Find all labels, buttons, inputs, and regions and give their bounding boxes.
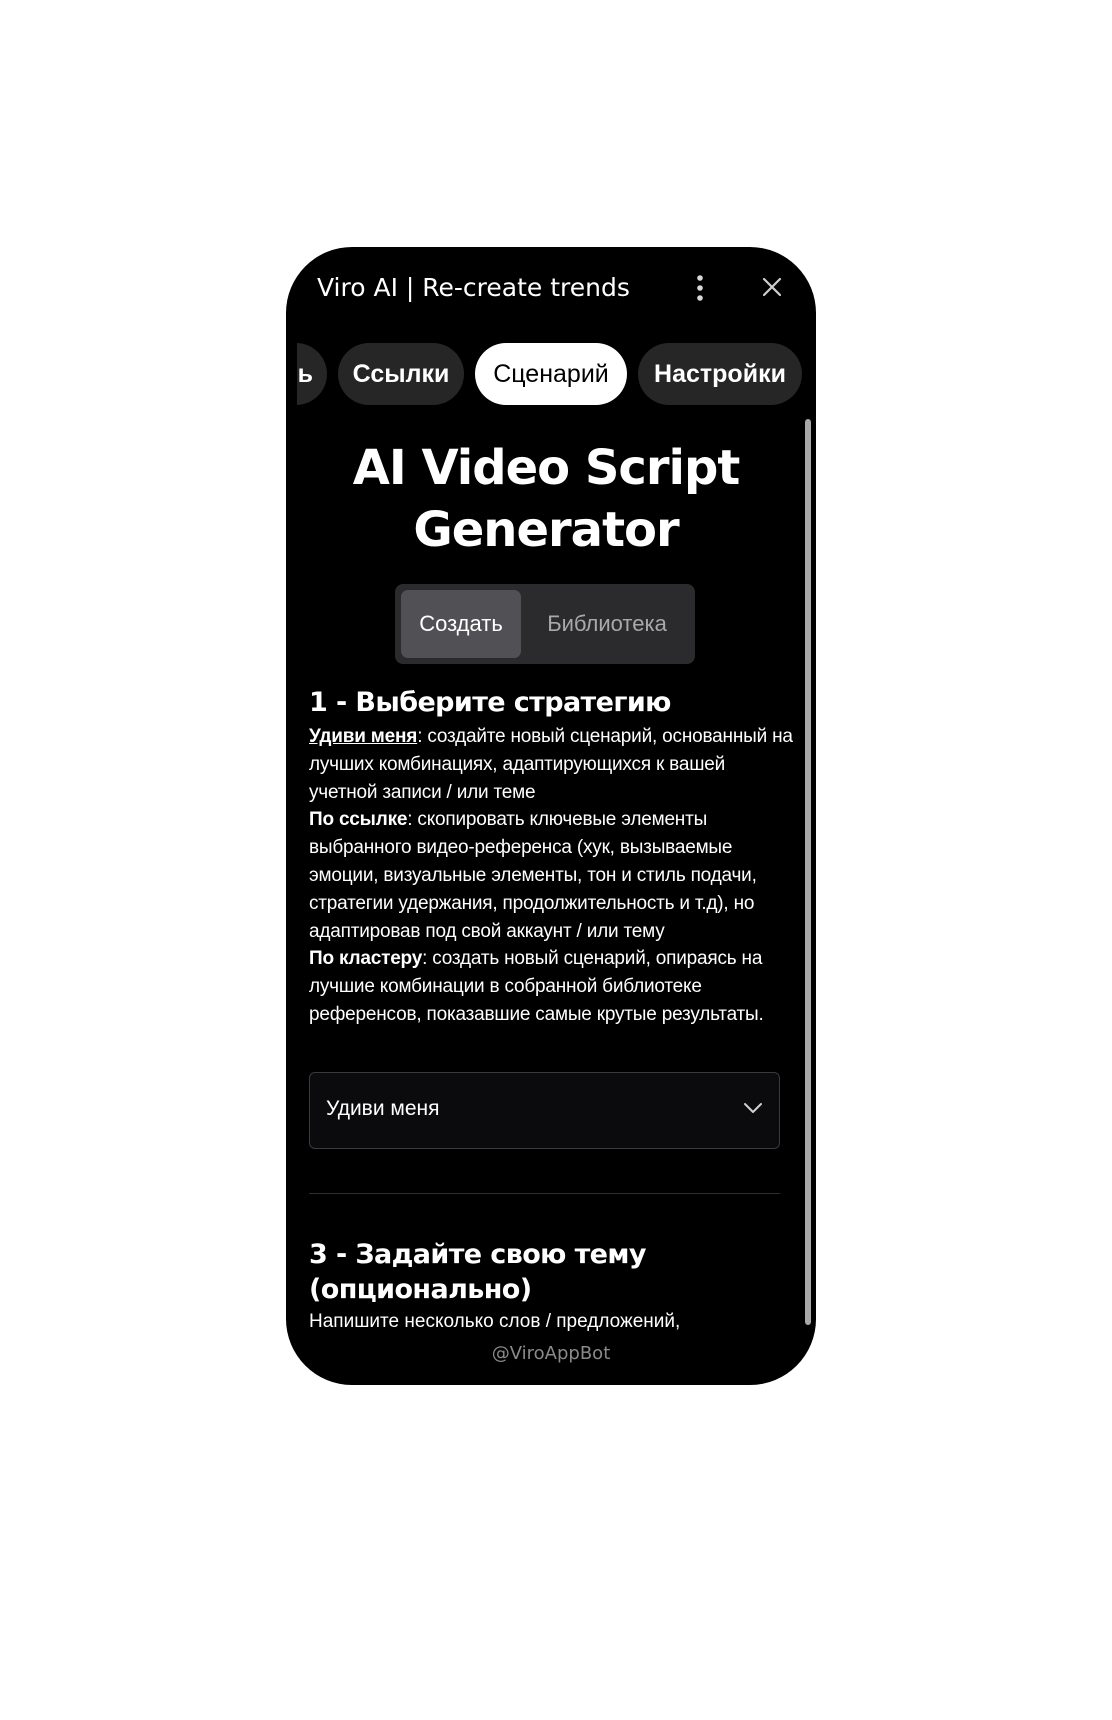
- tab-links[interactable]: Ссылки: [338, 343, 464, 405]
- top-bar: Viro AI | Re-create trends: [286, 247, 816, 327]
- create-button[interactable]: Создать: [401, 590, 521, 658]
- page-title-line1: AI Video Script: [352, 440, 741, 496]
- tab-partial[interactable]: ь: [297, 343, 327, 405]
- strategy-heading: 1 - Выберите стратегию: [309, 687, 671, 718]
- tabs-row: ь Ссылки Сценарий Настройки: [297, 343, 816, 407]
- strategy-select[interactable]: Удиви меня: [309, 1072, 780, 1149]
- bot-handle: @ViroAppBot: [491, 1343, 611, 1364]
- cluster-label: По кластеру: [309, 948, 423, 970]
- library-button[interactable]: Библиотека: [523, 590, 691, 658]
- strategy-description: Удиви меня: создайте новый сценарий, осн…: [309, 723, 797, 1029]
- page-title-line2: Generator: [413, 502, 679, 558]
- mode-segmented-control: Создать Библиотека: [395, 584, 695, 664]
- section-divider: [309, 1193, 780, 1194]
- tab-script[interactable]: Сценарий: [475, 343, 627, 405]
- chevron-down-icon: [743, 1101, 763, 1115]
- app-title: Viro AI | Re-create trends: [317, 273, 630, 302]
- strategy-select-value: Удиви меня: [326, 1097, 440, 1120]
- close-icon[interactable]: [760, 275, 784, 299]
- page-title: AI Video Script Generator: [286, 437, 806, 561]
- link-label: По ссылке: [309, 809, 408, 831]
- mini-app-window: Viro AI | Re-create trends ь Ссылки Сцен…: [286, 247, 816, 1385]
- topic-heading: 3 - Задайте свою тему (опционально): [309, 1239, 646, 1305]
- topic-description: Напишите несколько слов / предложений,: [309, 1311, 681, 1332]
- surprise-label: Удиви меня: [309, 726, 418, 747]
- tab-settings[interactable]: Настройки: [638, 343, 802, 405]
- more-vertical-icon[interactable]: [690, 273, 710, 303]
